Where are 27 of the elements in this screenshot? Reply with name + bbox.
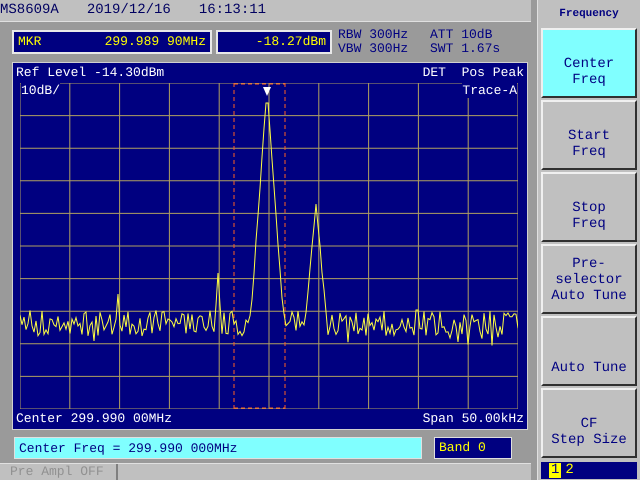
marker-label: MKR <box>18 33 42 52</box>
ref-level-text: Ref Level -14.30dBm <box>16 64 164 82</box>
entry-field[interactable]: Center Freq = 299.990 000MHz <box>14 437 422 459</box>
page-indicator[interactable]: 1 <box>549 463 562 478</box>
marker-frequency: 299.989 90MHz <box>104 33 206 52</box>
setting-readout: ATT 10dB <box>430 28 494 42</box>
softkey-button[interactable]: Stop Freq <box>541 172 637 242</box>
span-text: Span 50.00kHz <box>422 410 524 428</box>
softkey-button[interactable]: Auto Tune <box>541 316 637 386</box>
detector-text: DET Pos Peak <box>422 64 524 82</box>
marker-icon[interactable] <box>263 87 271 96</box>
softkey-button[interactable]: Start Freq <box>541 100 637 170</box>
date-text: 2019/12/16 <box>86 1 171 20</box>
center-frequency-text: Center 299.990 00MHz <box>16 410 172 428</box>
marker-amplitude: -18.27dBm <box>256 33 326 52</box>
band-display: Band 0 <box>434 437 512 459</box>
page-indicator[interactable]: 2 <box>563 463 576 478</box>
model-name: MS8609A <box>0 1 59 20</box>
setting-readout: RBW 300Hz <box>338 28 410 42</box>
time-text: 16:13:11 <box>198 1 266 20</box>
trace-text: Trace-A <box>462 83 517 98</box>
setting-readout: SWT 1.67s <box>430 42 502 56</box>
menu-title: Frequency <box>558 6 620 22</box>
softkey-button[interactable]: Pre- selector Auto Tune <box>541 244 637 314</box>
softkey-button[interactable]: CF Step Size <box>541 388 637 458</box>
softkey-button[interactable]: Center Freq <box>541 28 637 98</box>
setting-readout: VBW 300Hz <box>338 42 410 56</box>
